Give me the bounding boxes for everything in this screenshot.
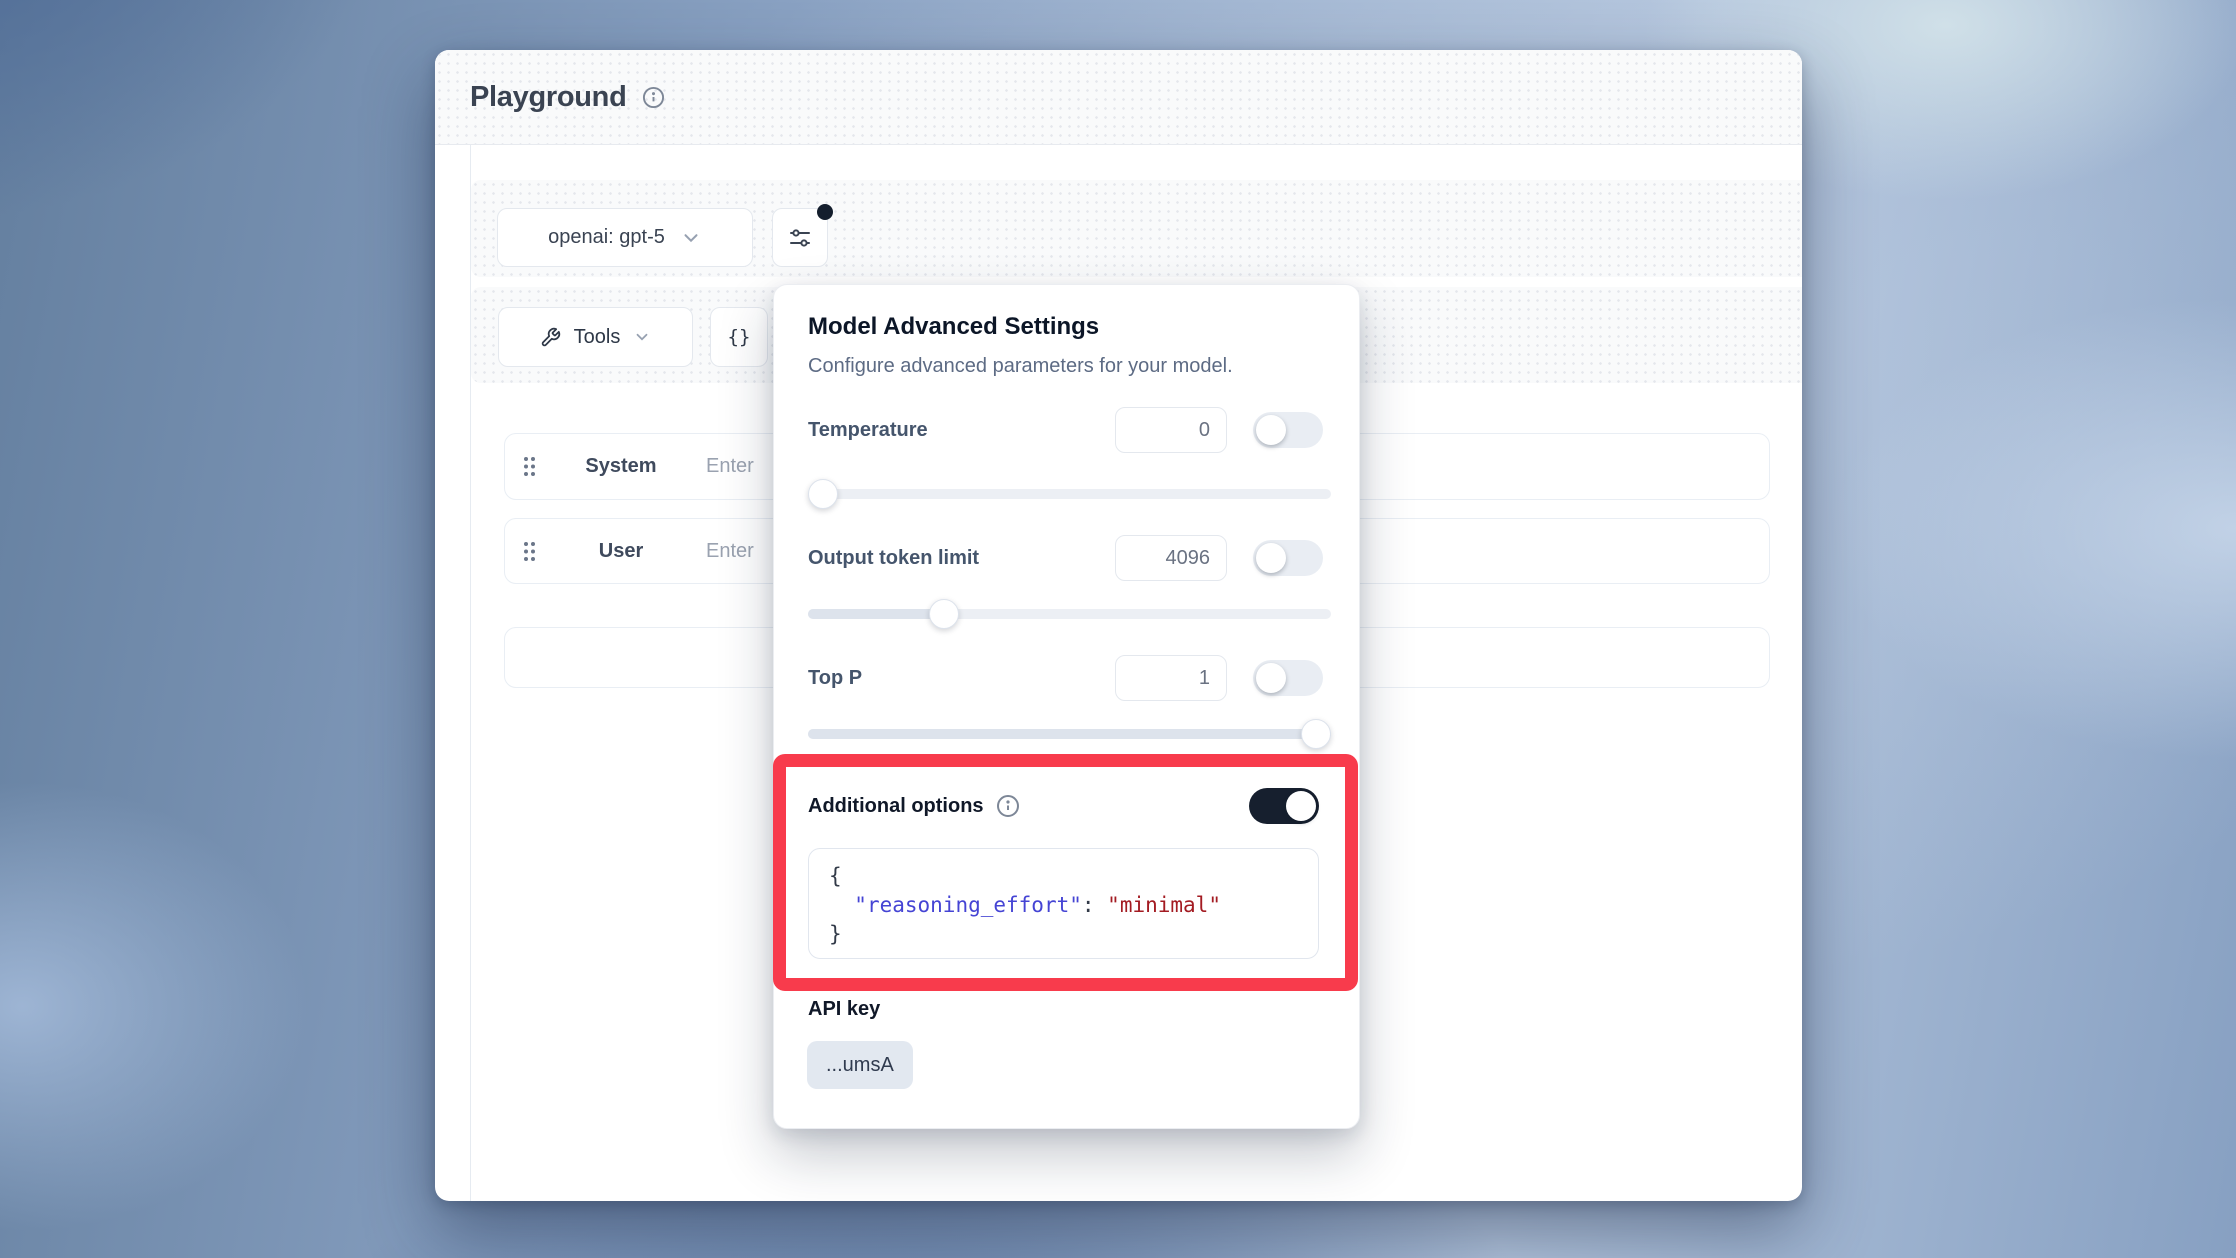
- output-token-limit-input[interactable]: [1115, 535, 1227, 581]
- additional-options-toggle[interactable]: [1249, 788, 1319, 824]
- api-key-label: API key: [808, 998, 880, 1021]
- additional-options-row: Additional options: [808, 785, 1319, 827]
- tools-button-label: Tools: [574, 326, 621, 349]
- message-input[interactable]: Enter: [706, 540, 754, 563]
- tools-dropdown-button[interactable]: Tools: [498, 307, 693, 367]
- output-token-limit-toggle[interactable]: [1253, 540, 1323, 576]
- output-token-limit-row: Output token limit: [808, 533, 1323, 583]
- output-token-limit-slider[interactable]: [808, 599, 1331, 629]
- slider-thumb[interactable]: [808, 479, 838, 509]
- temperature-row: Temperature: [808, 405, 1323, 455]
- playground-window: Playground openai: gpt-5: [435, 50, 1802, 1201]
- toggle-knob: [1286, 791, 1316, 821]
- message-input[interactable]: Enter: [706, 455, 754, 478]
- model-selector-value: openai: gpt-5: [548, 226, 665, 249]
- playground-content: openai: gpt-5 Tools: [435, 145, 1802, 1201]
- popover-subtitle: Configure advanced parameters for your m…: [808, 355, 1233, 378]
- slider-thumb[interactable]: [1301, 719, 1331, 749]
- json-value: "minimal": [1107, 893, 1221, 917]
- top-p-input[interactable]: [1115, 655, 1227, 701]
- api-key-value-badge[interactable]: ...umsA: [807, 1041, 913, 1089]
- top-p-label: Top P: [808, 667, 1115, 690]
- sliders-icon: [788, 226, 812, 250]
- top-p-slider[interactable]: [808, 719, 1331, 749]
- json-key: "reasoning_effort": [854, 893, 1082, 917]
- output-token-limit-label: Output token limit: [808, 547, 1115, 570]
- message-role-label: System: [561, 455, 681, 478]
- chevron-down-icon: [680, 227, 702, 249]
- slider-fill: [808, 729, 1331, 739]
- info-icon[interactable]: [996, 794, 1223, 818]
- temperature-toggle[interactable]: [1253, 412, 1323, 448]
- model-settings-button[interactable]: [772, 208, 828, 267]
- temperature-input[interactable]: [1115, 407, 1227, 453]
- chevron-down-icon: [633, 328, 651, 346]
- additional-options-label: Additional options: [808, 795, 984, 818]
- settings-active-badge-dot: [817, 204, 833, 220]
- message-role-label: User: [561, 540, 681, 563]
- drag-handle-icon[interactable]: [522, 540, 537, 563]
- slider-track: [808, 489, 1331, 499]
- braces-button-label: {}: [728, 326, 751, 348]
- top-p-row: Top P: [808, 653, 1323, 703]
- toggle-knob: [1256, 543, 1286, 573]
- toggle-knob: [1256, 663, 1286, 693]
- page-title: Playground: [470, 81, 627, 114]
- slider-thumb[interactable]: [929, 599, 959, 629]
- popover-title: Model Advanced Settings: [808, 313, 1099, 341]
- app-header: Playground: [435, 50, 1802, 145]
- additional-options-json-editor[interactable]: { "reasoning_effort": "minimal" }: [808, 848, 1319, 959]
- model-selector[interactable]: openai: gpt-5: [497, 208, 753, 267]
- toggle-knob: [1256, 415, 1286, 445]
- drag-handle-icon[interactable]: [522, 455, 537, 478]
- json-schema-button[interactable]: {}: [710, 307, 768, 367]
- info-icon[interactable]: [642, 86, 665, 109]
- model-advanced-settings-popover: Model Advanced Settings Configure advanc…: [773, 284, 1360, 1129]
- temperature-slider[interactable]: [808, 479, 1331, 509]
- temperature-label: Temperature: [808, 419, 1115, 442]
- wrench-icon: [540, 327, 561, 348]
- top-p-toggle[interactable]: [1253, 660, 1323, 696]
- slider-fill: [808, 609, 944, 619]
